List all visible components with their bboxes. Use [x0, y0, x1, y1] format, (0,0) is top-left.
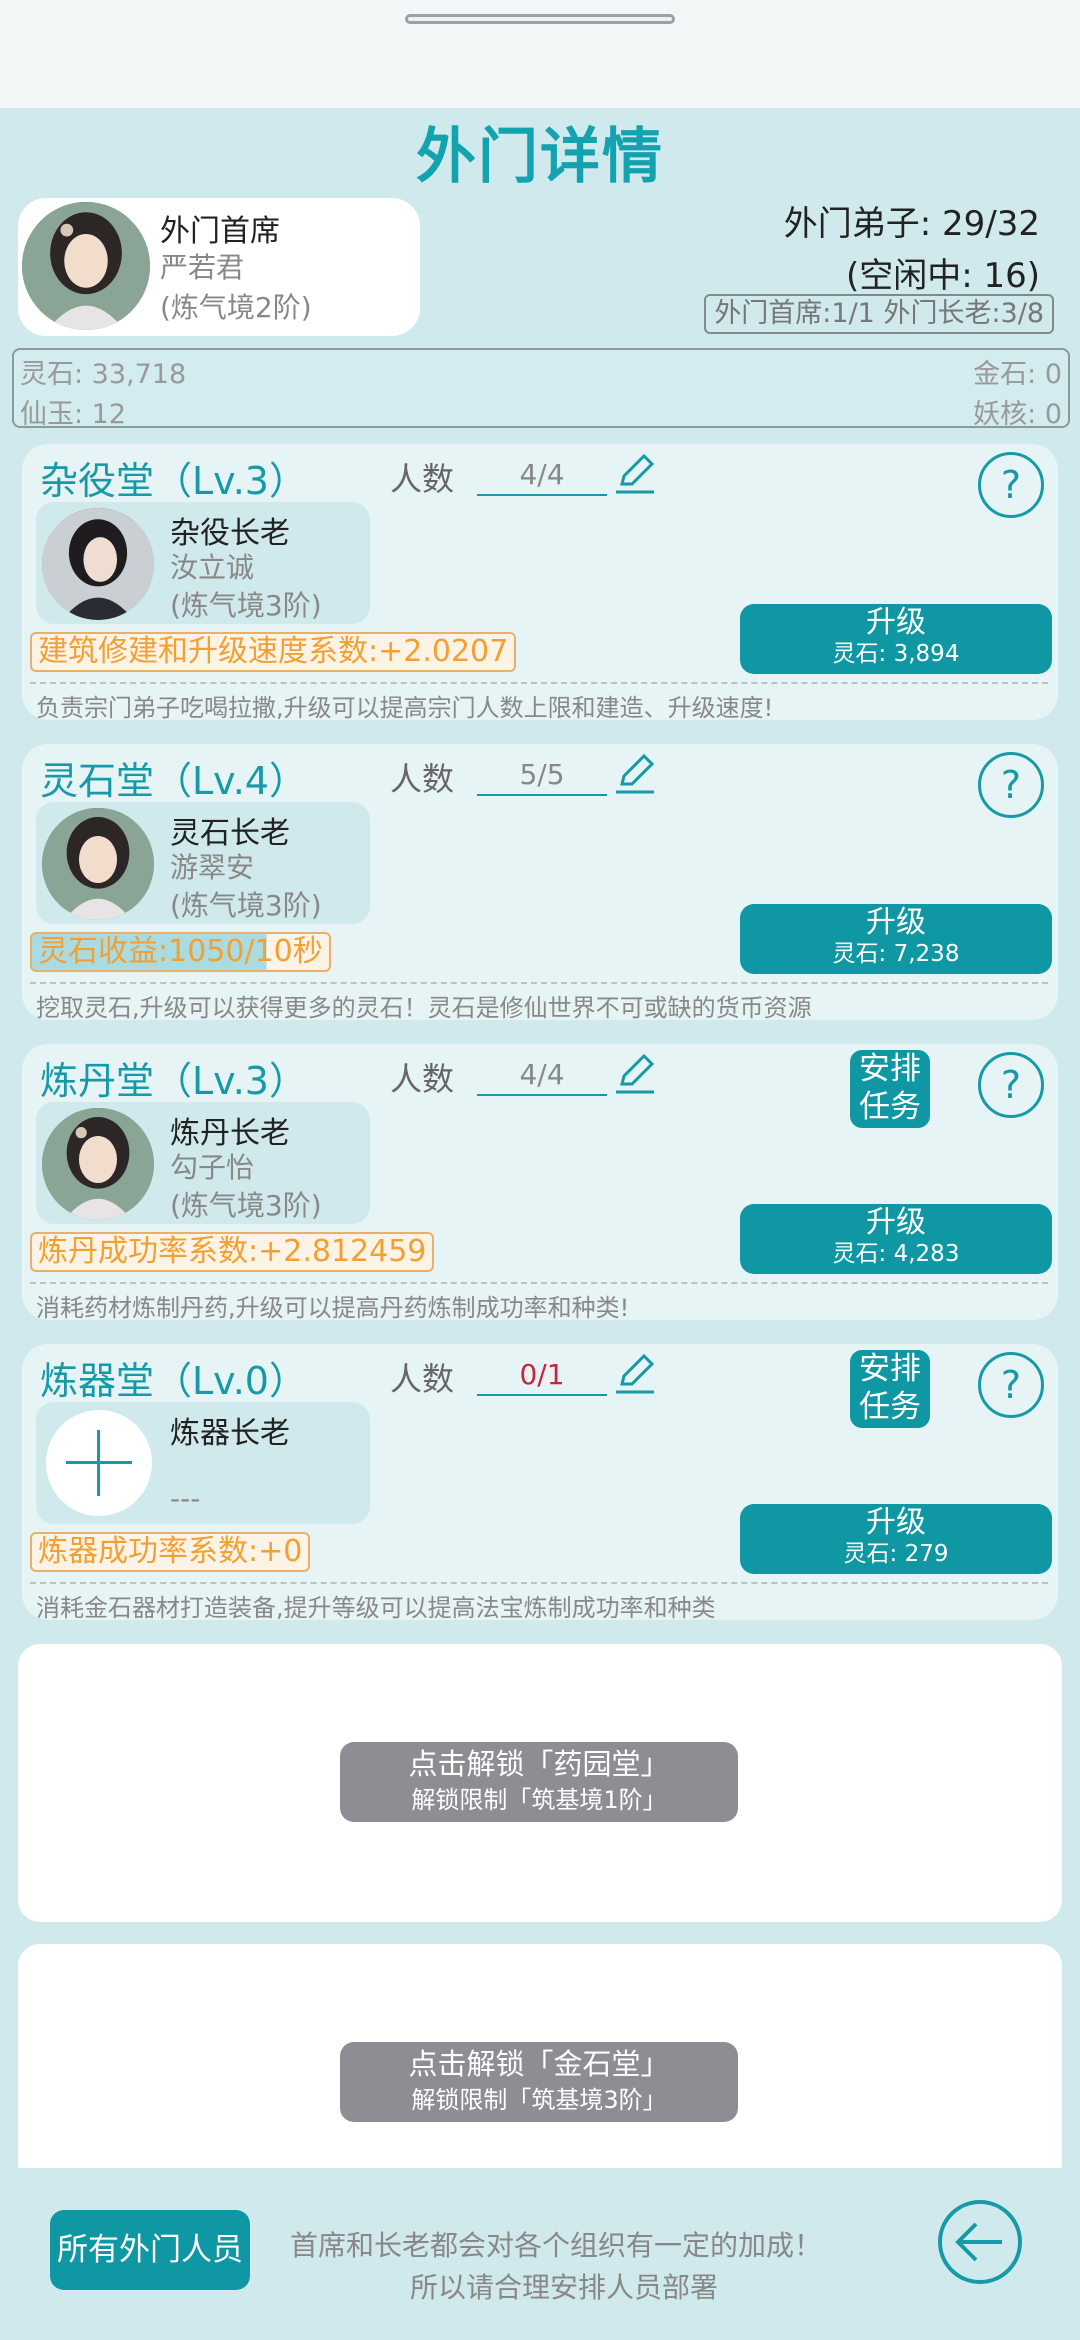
resource-panel: 灵石: 33,718 金石: 0 仙玉: 12 妖核: 0 [12, 348, 1070, 430]
hall-description: 消耗药材炼制丹药,升级可以提高丹药炼制成功率和种类! [36, 1294, 630, 1322]
elder-name: 游翠安 [170, 851, 255, 884]
head-name: 严若君 [160, 251, 245, 284]
count-label: 人数 [390, 760, 455, 798]
pencil-icon[interactable] [612, 750, 658, 796]
elder-card[interactable]: 炼丹长老 勾子怡 (炼气境3阶) [36, 1102, 370, 1224]
hall-card-spirit-stone: 灵石堂（Lv.4） 人数 5/5 ? 灵石长老 游翠安 (炼气境3阶) 灵石收益… [22, 744, 1058, 1022]
female-portrait-icon [42, 808, 154, 920]
upgrade-label: 升级 [866, 905, 926, 940]
help-icon[interactable]: ? [978, 1052, 1044, 1118]
all-members-button[interactable]: 所有外门人员 [50, 2210, 250, 2290]
hall-card-chores: 杂役堂（Lv.3） 人数 4/4 ? 杂役长老 汝立诚 (炼气境3阶) 建筑修建… [22, 444, 1058, 722]
elder-name: 汝立诚 [170, 551, 255, 584]
divider [30, 682, 1048, 684]
unlock-requirement: 解锁限制「筑基境3阶」 [411, 2086, 667, 2114]
upgrade-button[interactable]: 升级 灵石: 7,238 [740, 904, 1052, 974]
elder-avatar [42, 508, 154, 620]
upgrade-cost: 灵石: 279 [843, 1541, 949, 1567]
elder-card[interactable]: 炼器长老 --- [36, 1402, 370, 1524]
top-strip [0, 0, 1080, 108]
female-portrait-icon [42, 1108, 154, 1220]
upgrade-cost: 灵石: 3,894 [832, 641, 960, 667]
divider [30, 1582, 1048, 1584]
unlock-button[interactable]: 点击解锁「药园堂」 解锁限制「筑基境1阶」 [340, 1742, 738, 1822]
bonus-label: 炼丹成功率系数:+2.812459 [30, 1232, 435, 1272]
hall-name: 杂役堂（Lv.3） [40, 459, 307, 503]
upgrade-button[interactable]: 升级 灵石: 4,283 [740, 1204, 1052, 1274]
help-icon[interactable]: ? [978, 452, 1044, 518]
unlock-requirement: 解锁限制「筑基境1阶」 [411, 1786, 667, 1814]
elder-rank: (炼气境3阶) [170, 1189, 322, 1222]
upgrade-button[interactable]: 升级 灵石: 279 [740, 1504, 1052, 1574]
hall-name: 炼器堂（Lv.0） [40, 1359, 307, 1403]
locked-hall-card: 点击解锁「金石堂」 解锁限制「筑基境3阶」 [18, 1944, 1062, 2204]
pencil-icon[interactable] [612, 1050, 658, 1096]
role-quota: 外门首席:1/1 外门长老:3/8 [704, 294, 1054, 334]
head-rank: (炼气境2阶) [160, 291, 312, 324]
head-avatar [22, 202, 150, 330]
tip-line-2: 所以请合理安排人员部署 [410, 2271, 719, 2304]
hall-description: 负责宗门弟子吃喝拉撒,升级可以提高宗门人数上限和建造、升级速度! [36, 694, 774, 722]
gold-stone-value: 金石: 0 [973, 359, 1062, 390]
unlock-title: 点击解锁「药园堂」 [408, 1747, 670, 1781]
assign-task-button[interactable]: 安排 任务 [850, 1350, 930, 1428]
elder-avatar [42, 808, 154, 920]
bonus-progress: 灵石收益:1050/10秒 [30, 932, 331, 972]
upgrade-label: 升级 [866, 1205, 926, 1240]
count-label: 人数 [390, 1060, 455, 1098]
idle-count: (空闲中: 16) [845, 256, 1040, 296]
hall-name: 灵石堂（Lv.4） [40, 759, 307, 803]
hall-card-alchemy: 炼丹堂（Lv.3） 人数 4/4 安排 任务 ? 炼丹长老 勾子怡 (炼气境3阶)… [22, 1044, 1058, 1322]
add-elder-icon[interactable] [46, 1410, 152, 1516]
drag-handle[interactable] [405, 14, 675, 24]
female-portrait-icon [22, 202, 150, 330]
elder-title: 炼器长老 [170, 1416, 290, 1451]
page-title: 外门详情 [416, 122, 664, 192]
count-label: 人数 [390, 1360, 455, 1398]
upgrade-cost: 灵石: 7,238 [832, 941, 960, 967]
elder-rank: (炼气境3阶) [170, 589, 322, 622]
upgrade-button[interactable]: 升级 灵石: 3,894 [740, 604, 1052, 674]
head-title: 外门首席 [160, 214, 280, 249]
divider [30, 982, 1048, 984]
hall-count: 4/4 [477, 1058, 607, 1096]
elder-card[interactable]: 杂役长老 汝立诚 (炼气境3阶) [36, 502, 370, 624]
upgrade-cost: 灵石: 4,283 [832, 1241, 960, 1267]
unlock-title: 点击解锁「金石堂」 [408, 2047, 670, 2081]
elder-rank: (炼气境3阶) [170, 889, 322, 922]
demon-core-value: 妖核: 0 [973, 399, 1062, 430]
elder-card[interactable]: 灵石长老 游翠安 (炼气境3阶) [36, 802, 370, 924]
jade-value: 仙玉: 12 [20, 399, 127, 430]
help-icon[interactable]: ? [978, 1352, 1044, 1418]
hall-description: 消耗金石器材打造装备,提升等级可以提高法宝炼制成功率和种类 [36, 1594, 716, 1622]
elder-name: 勾子怡 [170, 1151, 255, 1184]
hall-description: 挖取灵石,升级可以获得更多的灵石！灵石是修仙世界不可或缺的货币资源 [36, 994, 812, 1022]
upgrade-label: 升级 [866, 605, 926, 640]
tip-line-1: 首席和长老都会对各个组织有一定的加成！ [290, 2229, 823, 2262]
elder-name: --- [170, 1482, 201, 1515]
hall-card-forge: 炼器堂（Lv.0） 人数 0/1 安排 任务 ? 炼器长老 --- 炼器成功率系数… [22, 1344, 1058, 1622]
hall-count: 0/1 [477, 1358, 607, 1396]
pencil-icon[interactable] [612, 450, 658, 496]
back-arrow-icon[interactable] [938, 2200, 1022, 2284]
hall-count: 4/4 [477, 458, 607, 496]
bonus-label: 建筑修建和升级速度系数:+2.0207 [30, 632, 517, 672]
head-disciple-card[interactable]: 外门首席 严若君 (炼气境2阶) [18, 198, 420, 336]
bonus-label: 炼器成功率系数:+0 [30, 1532, 311, 1572]
divider [30, 1282, 1048, 1284]
assign-task-button[interactable]: 安排 任务 [850, 1050, 930, 1128]
elder-avatar [42, 1108, 154, 1220]
spirit-stone-value: 灵石: 33,718 [20, 359, 187, 390]
unlock-button[interactable]: 点击解锁「金石堂」 解锁限制「筑基境3阶」 [340, 2042, 738, 2122]
hall-count: 5/5 [477, 758, 607, 796]
help-icon[interactable]: ? [978, 752, 1044, 818]
hall-name: 炼丹堂（Lv.3） [40, 1059, 307, 1103]
count-label: 人数 [390, 460, 455, 498]
pencil-icon[interactable] [612, 1350, 658, 1396]
male-portrait-icon [42, 508, 154, 620]
upgrade-label: 升级 [866, 1505, 926, 1540]
disciple-count: 外门弟子: 29/32 [783, 204, 1040, 244]
locked-hall-card: 点击解锁「药园堂」 解锁限制「筑基境1阶」 [18, 1644, 1062, 1922]
